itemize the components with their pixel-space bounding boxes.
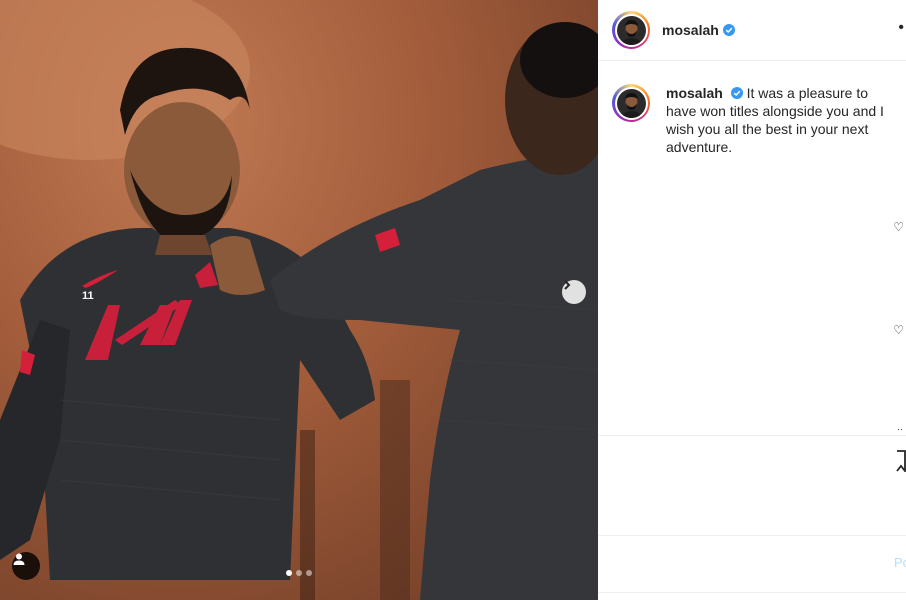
carousel-indicator xyxy=(286,570,312,576)
carousel-next-button[interactable] xyxy=(562,280,586,304)
user-tag-icon xyxy=(13,553,25,565)
divider xyxy=(598,592,906,593)
carousel-dot xyxy=(286,570,292,576)
caption-text: mosalah It was a pleasure to have won ti… xyxy=(666,84,902,156)
avatar-image xyxy=(616,88,646,118)
verified-badge-icon xyxy=(722,24,735,36)
post-button[interactable]: Po xyxy=(894,555,906,570)
post-caption: mosalah It was a pleasure to have won ti… xyxy=(612,84,902,156)
post-side-panel: mosalah • mosalah It was a pleasure to h… xyxy=(598,0,906,600)
user-tag-button[interactable] xyxy=(12,552,40,580)
post-username[interactable]: mosalah xyxy=(662,22,719,38)
carousel-dot xyxy=(296,570,302,576)
divider xyxy=(598,435,906,436)
post-photo[interactable]: 11 xyxy=(0,0,598,600)
avatar[interactable] xyxy=(612,84,650,122)
caption-username[interactable]: mosalah xyxy=(666,85,723,101)
photo-illustration: 11 xyxy=(0,0,598,600)
divider xyxy=(598,535,906,536)
avatar-image xyxy=(616,15,646,45)
truncated-text: ·· xyxy=(897,424,903,434)
verified-badge-icon xyxy=(730,87,743,99)
heart-icon[interactable]: ♡ xyxy=(893,323,904,337)
jersey-number: 11 xyxy=(82,290,94,302)
more-options-icon[interactable]: • xyxy=(898,20,904,36)
chevron-right-icon xyxy=(564,280,571,290)
avatar[interactable] xyxy=(612,11,650,49)
carousel-dot xyxy=(306,570,312,576)
heart-icon[interactable]: ♡ xyxy=(893,220,904,234)
bookmark-icon[interactable] xyxy=(896,450,906,472)
post-header: mosalah • xyxy=(598,0,906,61)
